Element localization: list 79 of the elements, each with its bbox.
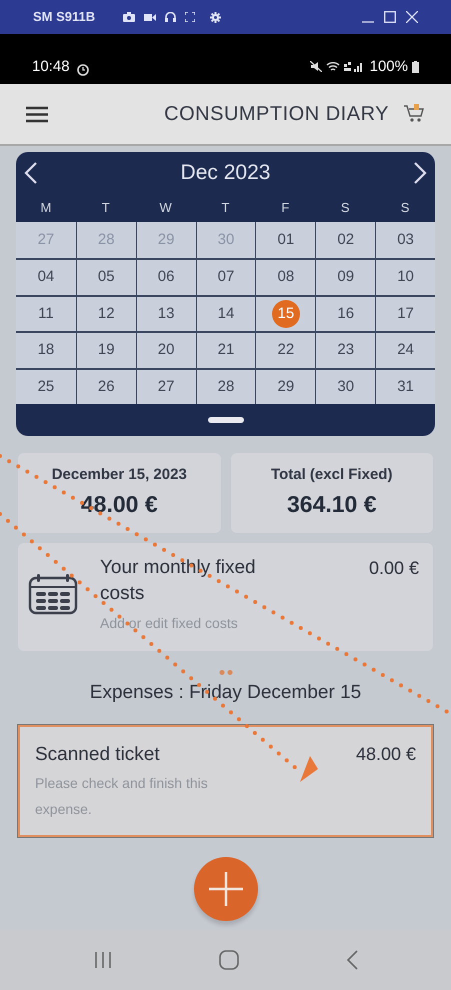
calendar-day[interactable]: 01 xyxy=(278,228,294,252)
calendar-day[interactable]: 28 xyxy=(218,376,234,398)
calendar-day[interactable]: 24 xyxy=(397,339,414,362)
calendar-day[interactable]: 07 xyxy=(218,266,234,289)
calendar-day[interactable]: 27 xyxy=(158,376,174,398)
calendar-day[interactable]: 10 xyxy=(397,266,414,289)
close-icon[interactable] xyxy=(406,11,418,23)
expense-note: Please check and finish this expense. xyxy=(35,774,209,819)
battery-icon xyxy=(412,60,419,73)
calendar-day[interactable]: 17 xyxy=(397,302,414,326)
weekday-label: M xyxy=(40,199,52,218)
page-dots-icon xyxy=(218,670,232,675)
fixed-costs-card[interactable]: Your monthly fixed costs 0.00 € Add or edit fixed costs xyxy=(18,542,433,651)
recent-apps-icon[interactable] xyxy=(94,951,112,969)
weekday-label: W xyxy=(158,199,173,218)
calendar-day[interactable]: 30 xyxy=(337,376,354,398)
signal-icon xyxy=(344,61,364,72)
calendar-day[interactable]: 09 xyxy=(337,266,354,289)
calendar-day[interactable]: 15 xyxy=(272,300,300,328)
calendar-day[interactable]: 05 xyxy=(98,266,115,289)
expenses-heading: Expenses : Friday December 15 xyxy=(88,680,362,705)
summary-value: 364.10 € xyxy=(286,490,377,519)
weekday-label: S xyxy=(400,199,410,218)
mute-icon xyxy=(310,61,322,72)
chevron-left-icon[interactable] xyxy=(24,161,38,185)
cart-icon[interactable] xyxy=(403,104,425,124)
calendar-day[interactable]: 18 xyxy=(38,339,54,362)
battery-percentage: 100% xyxy=(370,56,408,76)
window-title: SM S911B xyxy=(33,8,96,26)
calendar-month: Dec 2023 xyxy=(180,160,272,186)
settings-icon[interactable] xyxy=(210,12,222,22)
calendar-day[interactable]: 31 xyxy=(397,376,414,398)
calendar-day[interactable]: 25 xyxy=(38,376,54,398)
calendar-day[interactable]: 04 xyxy=(38,266,54,289)
camera-icon[interactable] xyxy=(123,12,136,22)
weekday-label: F xyxy=(280,199,290,218)
expense-amount: 48.00 € xyxy=(356,743,416,766)
drag-handle[interactable] xyxy=(208,416,244,423)
maximize-icon[interactable] xyxy=(384,11,396,23)
summary-value: 48.00 € xyxy=(80,490,158,519)
back-icon[interactable] xyxy=(346,950,358,970)
headphones-icon[interactable] xyxy=(165,12,176,22)
weekday-label: T xyxy=(100,199,111,218)
fixed-costs-title: Your monthly fixed costs xyxy=(100,556,257,606)
calendar-day[interactable]: 29 xyxy=(278,376,294,398)
fixed-costs-amount: 0.00 € xyxy=(368,556,419,580)
calendar-day[interactable]: 19 xyxy=(98,339,115,362)
weekday-label: S xyxy=(340,199,351,218)
calendar-day[interactable]: 11 xyxy=(38,302,54,326)
video-icon[interactable] xyxy=(144,12,156,22)
calendar-day[interactable]: 03 xyxy=(397,228,414,252)
expense-card[interactable]: Scanned ticket 48.00 € Please check and finish this expense. xyxy=(18,725,433,838)
calendar-day[interactable]: 12 xyxy=(98,302,115,326)
calendar-day[interactable]: 23 xyxy=(337,339,354,362)
calendar-day[interactable]: 06 xyxy=(158,266,174,289)
app-title: CONSUMPTION DIARY xyxy=(164,102,389,127)
expense-title: Scanned ticket xyxy=(35,743,160,768)
calendar-day[interactable]: 14 xyxy=(218,302,234,326)
summary-label: December 15, 2023 xyxy=(52,465,187,486)
status-time: 10:48 xyxy=(32,56,70,76)
calendar-day[interactable]: 22 xyxy=(278,339,294,362)
calendar-day[interactable]: 26 xyxy=(98,376,115,398)
calendar-day[interactable]: 13 xyxy=(158,302,174,326)
calendar-day[interactable]: 08 xyxy=(278,266,294,289)
plus-icon xyxy=(208,872,242,906)
calendar-day[interactable]: 02 xyxy=(337,228,354,252)
alarm-icon xyxy=(76,62,90,76)
wifi-icon xyxy=(326,61,340,72)
chevron-right-icon[interactable] xyxy=(413,161,427,185)
fullscreen-icon[interactable] xyxy=(185,12,196,22)
weekday-label: T xyxy=(220,199,230,218)
calendar-day[interactable]: 20 xyxy=(158,339,174,362)
menu-icon[interactable] xyxy=(26,106,48,122)
calendar-day[interactable]: 21 xyxy=(218,339,234,362)
add-button[interactable] xyxy=(194,857,258,922)
calendar-icon xyxy=(28,572,80,615)
calendar-day[interactable]: 16 xyxy=(337,302,354,326)
home-icon[interactable] xyxy=(218,950,238,970)
summary-label: Total (excl Fixed) xyxy=(271,465,392,486)
